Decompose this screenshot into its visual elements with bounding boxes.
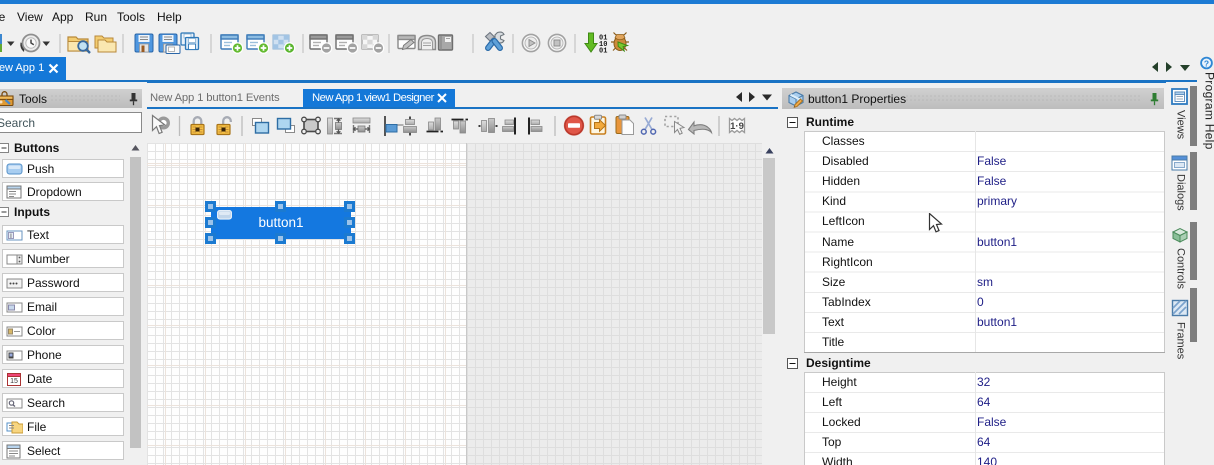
svg-text:15: 15 (10, 378, 18, 385)
svg-text:1·9: 1·9 (730, 121, 744, 132)
svg-text:01: 01 (599, 48, 607, 56)
svg-text:?: ? (1204, 59, 1209, 69)
